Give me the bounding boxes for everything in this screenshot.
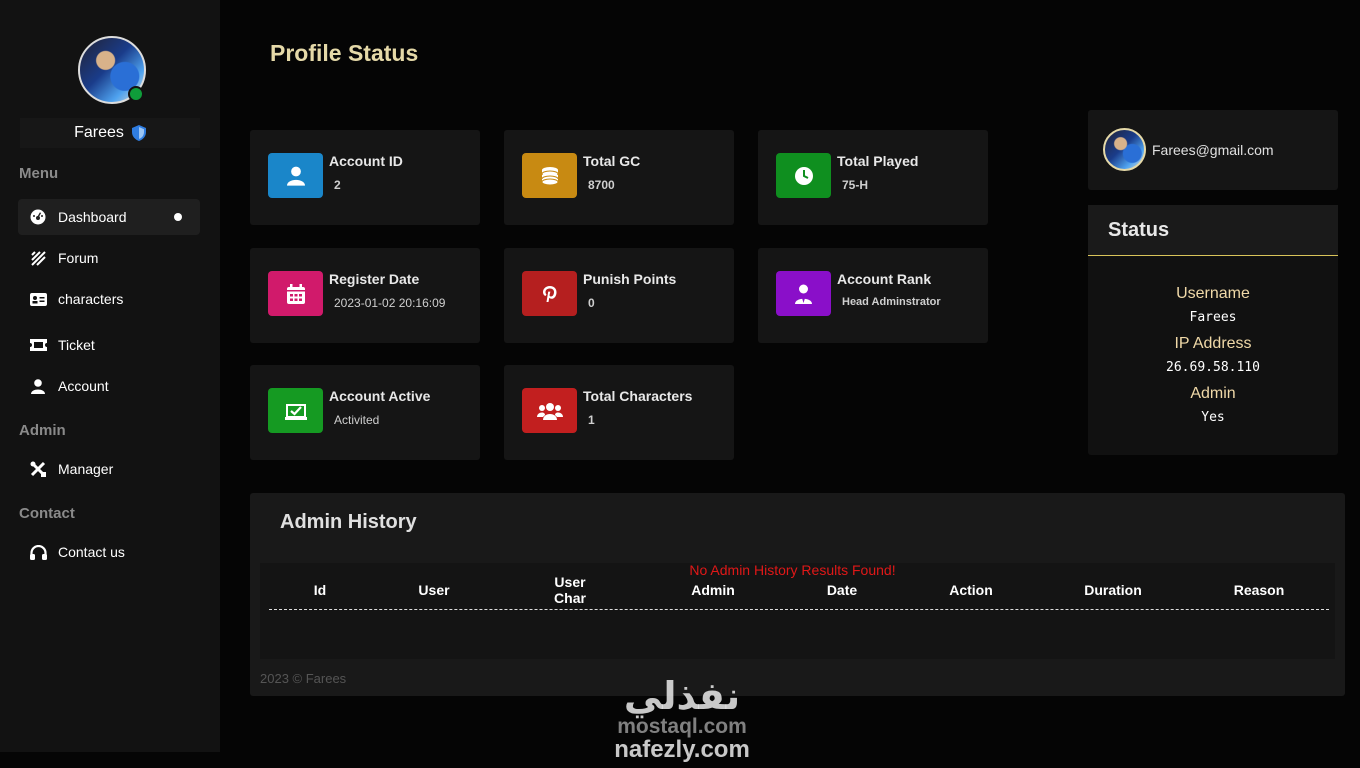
online-status-dot xyxy=(128,86,144,102)
page-title: Profile Status xyxy=(270,40,419,66)
stat-title: Total GC xyxy=(583,153,641,169)
stat-value: 8700 xyxy=(588,178,615,192)
menu-section-label: Menu xyxy=(19,165,59,182)
sidebar-item-label: Account xyxy=(58,378,109,394)
stat-value: Head Adminstrator xyxy=(842,296,941,308)
status-ip-label: IP Address xyxy=(1174,335,1252,352)
stat-title: Register Date xyxy=(329,271,420,287)
status-title: Status xyxy=(1088,205,1338,256)
footer-copyright: 2023 © Farees xyxy=(260,671,347,686)
profile-email-card: Farees@gmail.com xyxy=(1088,110,1338,190)
status-admin-value: Yes xyxy=(1201,410,1225,425)
watermark-line-2: nafezly.com xyxy=(614,736,750,763)
admin-history-panel: Admin History Id User User Char Admin Da… xyxy=(250,493,1345,696)
sidebar-item-manager[interactable]: Manager xyxy=(18,451,200,487)
id-card-icon xyxy=(18,292,58,306)
status-username-label: Username xyxy=(1176,285,1250,302)
status-card: Status Username Farees IP Address 26.69.… xyxy=(1088,205,1338,455)
stat-title: Total Characters xyxy=(583,388,693,404)
sidebar-username: Farees xyxy=(74,124,124,141)
admin-section-label: Admin xyxy=(19,422,66,439)
sidebar-item-characters[interactable]: characters xyxy=(18,281,200,317)
stat-title: Account Active xyxy=(329,388,431,404)
stat-value: 2 xyxy=(334,178,341,192)
stat-value: 0 xyxy=(588,296,595,310)
headphones-icon xyxy=(18,544,58,560)
sidebar-item-label: Manager xyxy=(58,461,114,477)
stat-card-total-characters: Total Characters 1 xyxy=(504,365,734,460)
profile-email: Farees@gmail.com xyxy=(1152,142,1274,158)
sidebar: Farees Menu Dashboard Forum characters T… xyxy=(0,0,220,752)
stat-card-register-date: Register Date 2023-01-02 20:16:09 xyxy=(250,248,480,343)
watermark-arabic-text: نفذلي xyxy=(623,674,741,718)
sidebar-item-ticket[interactable]: Ticket xyxy=(18,327,200,363)
sidebar-item-label: Ticket xyxy=(58,337,95,353)
status-admin-label: Admin xyxy=(1190,385,1236,402)
sidebar-item-label: Forum xyxy=(58,250,99,266)
sidebar-item-label: characters xyxy=(58,291,124,307)
stat-title: Account ID xyxy=(329,153,403,169)
watermark-line-1: mostaql.com xyxy=(617,715,747,738)
avatar[interactable] xyxy=(1103,128,1146,171)
watermark-logo: نفذلي mostaql.com nafezly.com xyxy=(597,676,767,762)
sidebar-item-contact-us[interactable]: Contact us xyxy=(18,534,200,570)
admin-history-title: Admin History xyxy=(280,511,417,533)
stat-title: Punish Points xyxy=(583,271,677,287)
status-ip-value: 26.69.58.110 xyxy=(1166,360,1260,375)
active-indicator-dot xyxy=(174,213,182,221)
avatar-container[interactable] xyxy=(78,36,146,104)
status-username-value: Farees xyxy=(1189,310,1237,325)
user-icon xyxy=(18,378,58,394)
sidebar-item-dashboard[interactable]: Dashboard xyxy=(18,199,200,235)
users-icon xyxy=(522,388,577,433)
sidebar-item-label: Dashboard xyxy=(58,209,127,225)
stat-card-punish-points: Punish Points 0 xyxy=(504,248,734,343)
username-box: Farees xyxy=(20,118,200,148)
stat-value: 75-H xyxy=(842,178,869,192)
stat-value: Activited xyxy=(334,413,380,427)
tools-icon xyxy=(18,461,58,477)
user-icon xyxy=(268,153,323,198)
stat-card-account-active: Account Active Activited xyxy=(250,365,480,460)
stat-card-account-id: Account ID 2 xyxy=(250,130,480,225)
stat-title: Account Rank xyxy=(837,271,932,287)
check-box-icon xyxy=(268,388,323,433)
forum-icon xyxy=(18,250,58,266)
shield-icon xyxy=(131,125,146,141)
stat-value: 1 xyxy=(588,413,595,427)
sidebar-item-forum[interactable]: Forum xyxy=(18,240,200,276)
stat-value: 2023-01-02 20:16:09 xyxy=(334,296,446,310)
sidebar-item-label: Contact us xyxy=(58,544,125,560)
stat-card-total-gc: Total GC 8700 xyxy=(504,130,734,225)
contact-section-label: Contact xyxy=(19,505,75,522)
clock-icon xyxy=(776,153,831,198)
header-divider xyxy=(269,609,1329,610)
sidebar-item-account[interactable]: Account xyxy=(18,368,200,404)
user-tie-icon xyxy=(776,271,831,316)
coins-icon xyxy=(522,153,577,198)
calendar-icon xyxy=(268,271,323,316)
stat-card-account-rank: Account Rank Head Adminstrator xyxy=(758,248,988,343)
stat-title: Total Played xyxy=(837,153,919,169)
pinterest-icon xyxy=(522,271,577,316)
ticket-icon xyxy=(18,339,58,351)
empty-results-message: No Admin History Results Found! xyxy=(689,562,896,578)
dashboard-icon xyxy=(18,209,58,225)
stat-card-total-played: Total Played 75-H xyxy=(758,130,988,225)
